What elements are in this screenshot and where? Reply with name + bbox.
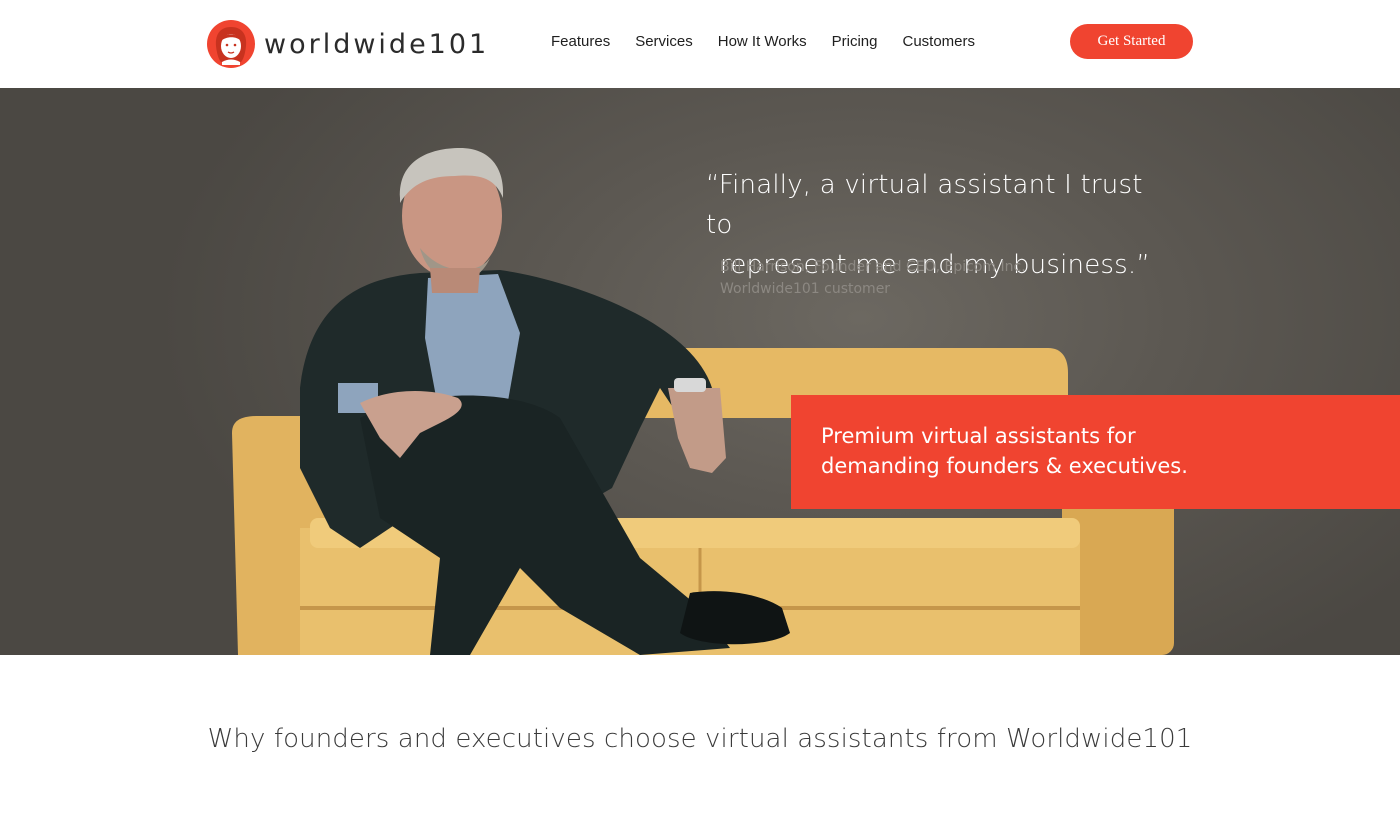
nav-item-customers[interactable]: Customers bbox=[903, 33, 976, 50]
nav-item-how-it-works[interactable]: How It Works bbox=[718, 33, 807, 50]
attribution-name: Bill Harrison, Founder and CEO, Epicom I… bbox=[720, 259, 1026, 275]
hero-section: “Finally, a virtual assistant I trust to… bbox=[0, 88, 1400, 655]
promo-text: Premium virtual assistants for demanding… bbox=[821, 421, 1221, 481]
main-nav: Features Services How It Works Pricing C… bbox=[551, 33, 1000, 50]
nav-item-features[interactable]: Features bbox=[551, 33, 610, 50]
person-right-hand bbox=[668, 388, 726, 473]
promo-banner: Premium virtual assistants for demanding… bbox=[791, 395, 1400, 509]
quote-line-1: “Finally, a virtual assistant I trust to bbox=[706, 170, 1143, 240]
promo-line-2: demanding founders & executives. bbox=[821, 454, 1188, 478]
site-header: worldwide101 Features Services How It Wo… bbox=[0, 0, 1400, 88]
person-watch bbox=[674, 378, 706, 392]
brand-logo[interactable]: worldwide101 bbox=[206, 18, 489, 70]
section-heading: Why founders and executives choose virtu… bbox=[207, 724, 1193, 754]
brand-wordmark: worldwide101 bbox=[264, 28, 490, 60]
testimonial-attribution: Bill Harrison, Founder and CEO, Epicom I… bbox=[720, 256, 1026, 300]
attribution-role: Worldwide101 customer bbox=[720, 281, 891, 297]
hero-photo bbox=[232, 148, 1174, 655]
get-started-button[interactable]: Get Started bbox=[1070, 24, 1193, 59]
promo-line-1: Premium virtual assistants for bbox=[821, 424, 1136, 448]
nav-item-pricing[interactable]: Pricing bbox=[832, 33, 878, 50]
person-neck bbox=[430, 268, 480, 293]
nav-item-services[interactable]: Services bbox=[635, 33, 693, 50]
woman-face-logo-icon bbox=[207, 20, 255, 68]
